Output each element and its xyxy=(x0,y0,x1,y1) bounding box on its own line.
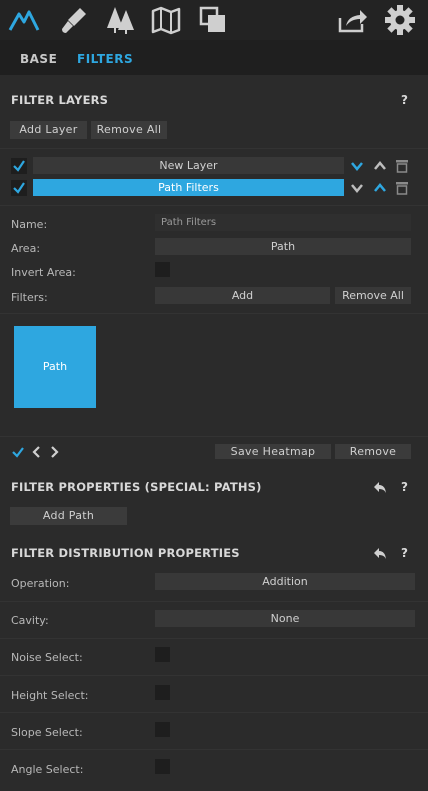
undo-arrow-icon[interactable] xyxy=(373,546,387,560)
area-select[interactable]: Path xyxy=(155,238,411,255)
filter-layers-title: FILTER LAYERS xyxy=(11,93,109,107)
layer-name-input[interactable]: Path Filters xyxy=(155,214,411,231)
slope-select-checkbox[interactable] xyxy=(155,722,170,737)
chevron-up-icon[interactable] xyxy=(373,159,387,173)
area-label: Area: xyxy=(11,242,41,255)
trees-icon[interactable] xyxy=(104,4,136,36)
filter-distribution-help-button[interactable]: ? xyxy=(401,546,408,560)
invert-area-checkbox[interactable] xyxy=(155,262,170,277)
remove-all-layers-button[interactable]: Remove All xyxy=(91,121,167,139)
height-select-label: Height Select: xyxy=(11,689,89,702)
layer-item-new-layer[interactable]: New Layer xyxy=(33,157,344,174)
operation-select[interactable]: Addition xyxy=(155,573,415,590)
tab-base[interactable]: BASE xyxy=(20,52,57,66)
filter-properties-help-button[interactable]: ? xyxy=(401,480,408,494)
chevron-up-icon[interactable] xyxy=(373,181,387,195)
gear-icon[interactable] xyxy=(384,4,416,36)
cavity-select[interactable]: None xyxy=(155,610,415,627)
toolbar xyxy=(0,0,428,40)
cavity-label: Cavity: xyxy=(11,614,49,627)
filter-properties-title: FILTER PROPERTIES (SPECIAL: PATHS) xyxy=(11,480,262,494)
filter-distribution-title: FILTER DISTRIBUTION PROPERTIES xyxy=(11,546,240,560)
share-icon[interactable] xyxy=(336,4,368,36)
layers-icon[interactable] xyxy=(197,4,229,36)
invert-area-label: Invert Area: xyxy=(11,266,76,279)
undo-arrow-icon[interactable] xyxy=(373,480,387,494)
delete-icon[interactable] xyxy=(395,159,409,173)
filters-label: Filters: xyxy=(11,291,48,304)
delete-icon[interactable] xyxy=(395,181,409,195)
height-select-checkbox[interactable] xyxy=(155,685,170,700)
remove-all-filters-button[interactable]: Remove All xyxy=(335,287,411,304)
save-heatmap-button[interactable]: Save Heatmap xyxy=(215,444,331,459)
chevron-down-icon[interactable] xyxy=(350,181,364,195)
noise-select-label: Noise Select: xyxy=(11,651,83,664)
angle-select-checkbox[interactable] xyxy=(155,759,170,774)
chevron-right-icon[interactable] xyxy=(47,445,61,459)
layer-1-checkbox[interactable] xyxy=(11,158,27,174)
chevron-down-icon[interactable] xyxy=(350,159,364,173)
tab-bar: BASE FILTERS xyxy=(0,40,428,75)
chevron-left-icon[interactable] xyxy=(30,445,44,459)
map-icon[interactable] xyxy=(150,4,182,36)
path-filter-thumbnail[interactable]: Path xyxy=(14,326,96,408)
remove-button[interactable]: Remove xyxy=(335,444,411,459)
name-label: Name: xyxy=(11,218,48,231)
layer-2-checkbox[interactable] xyxy=(11,180,27,196)
filter-layers-help-button[interactable]: ? xyxy=(401,93,408,107)
check-icon[interactable] xyxy=(11,445,25,459)
angle-select-label: Angle Select: xyxy=(11,763,84,776)
add-path-button[interactable]: Add Path xyxy=(10,507,127,525)
tab-filters[interactable]: FILTERS xyxy=(77,52,133,66)
terrain-icon[interactable] xyxy=(8,4,40,36)
add-layer-button[interactable]: Add Layer xyxy=(10,121,87,139)
noise-select-checkbox[interactable] xyxy=(155,647,170,662)
layer-item-path-filters[interactable]: Path Filters xyxy=(33,179,344,196)
slope-select-label: Slope Select: xyxy=(11,726,83,739)
operation-label: Operation: xyxy=(11,577,70,590)
add-filter-button[interactable]: Add xyxy=(155,287,330,304)
brush-icon[interactable] xyxy=(58,4,90,36)
